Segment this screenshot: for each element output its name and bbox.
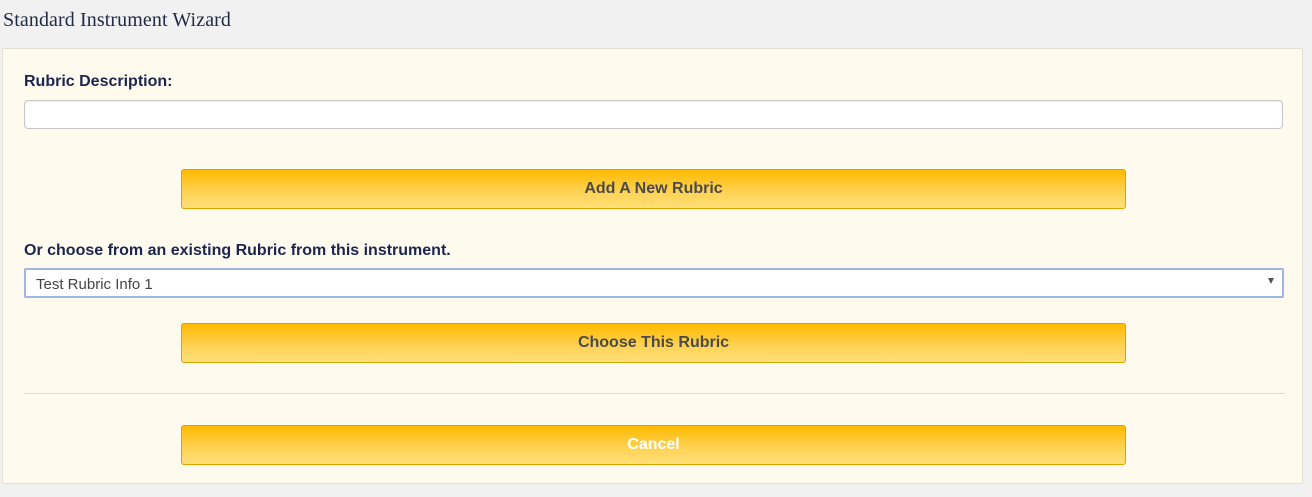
wizard-panel: Rubric Description: Add A New Rubric Or …	[2, 48, 1303, 484]
wizard-title: Standard Instrument Wizard	[3, 9, 232, 31]
chevron-down-icon	[1268, 278, 1274, 284]
page: Standard Instrument Wizard Rubric Descri…	[0, 0, 1312, 497]
existing-rubric-selected-value: Test Rubric Info 1	[36, 276, 153, 293]
rubric-description-label: Rubric Description:	[24, 73, 173, 90]
cancel-button[interactable]: Cancel	[181, 425, 1126, 465]
choose-rubric-button[interactable]: Choose This Rubric	[181, 323, 1126, 363]
existing-rubric-label: Or choose from an existing Rubric from t…	[24, 242, 451, 259]
existing-rubric-select[interactable]: Test Rubric Info 1	[24, 268, 1284, 298]
rubric-description-input[interactable]	[24, 100, 1283, 129]
divider	[24, 393, 1285, 394]
add-new-rubric-button[interactable]: Add A New Rubric	[181, 169, 1126, 209]
